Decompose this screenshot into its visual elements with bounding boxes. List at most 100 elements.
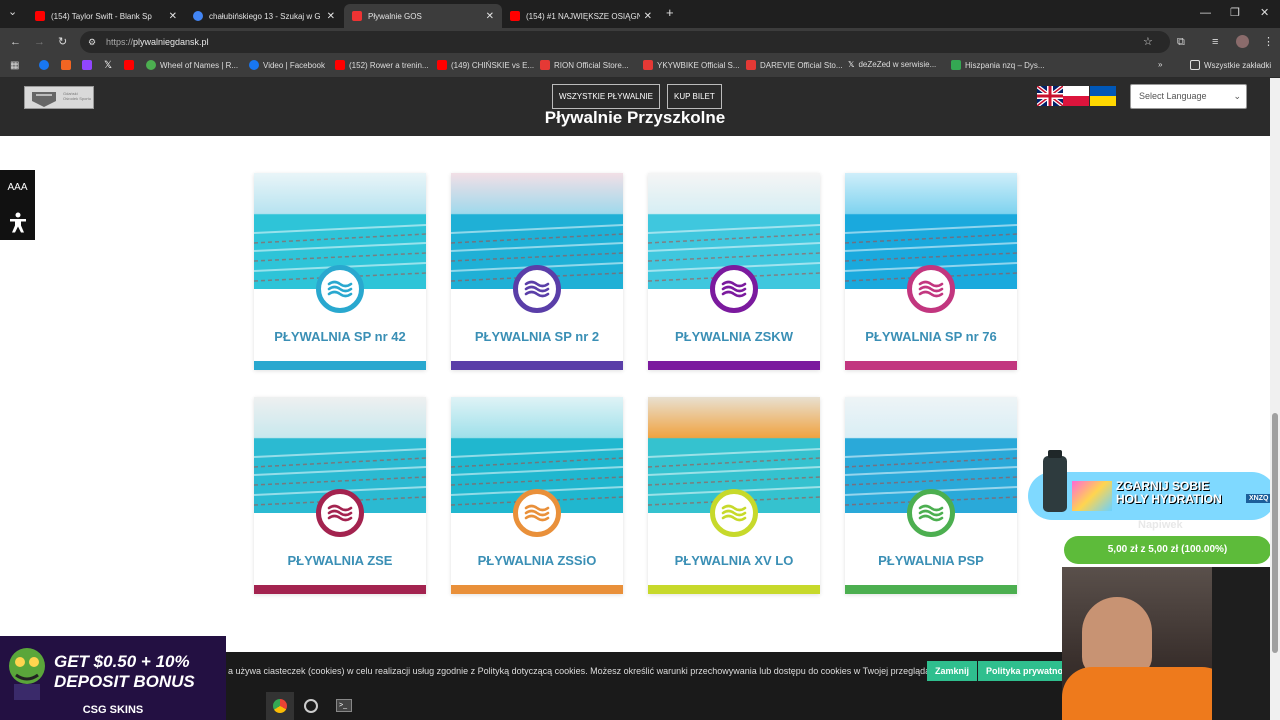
more-bookmarks-icon[interactable]: » (1158, 60, 1162, 69)
tab-search-icon[interactable]: ⌄ (8, 0, 17, 26)
page-scrollbar[interactable] (1270, 78, 1280, 720)
media-icon[interactable]: ≡ (1212, 28, 1218, 56)
twitch-icon (82, 60, 92, 70)
close-icon[interactable]: ✕ (486, 11, 494, 22)
aliexpress-icon (540, 60, 550, 70)
apps-icon[interactable]: ▦ (10, 60, 19, 71)
pool-card[interactable]: PŁYWALNIA SP nr 2 (451, 173, 623, 370)
accessibility-icon[interactable] (0, 205, 35, 240)
bookmark-x[interactable]: 𝕏 (104, 60, 112, 71)
bookmark-facebook[interactable] (39, 60, 53, 70)
tab-4[interactable]: (154) #1 NAJWIĘKSZE OSIĄGNI ✕ (502, 4, 660, 28)
tab-1[interactable]: (154) Taylor Swift - Blank Sp ✕ (27, 4, 185, 28)
site-logo[interactable]: Gdański Ośrodek Sportu (24, 86, 94, 109)
pool-color-bar (648, 361, 820, 370)
close-icon[interactable]: ✕ (327, 11, 335, 22)
reload-icon[interactable]: ↻ (58, 28, 67, 56)
youtube-icon (124, 60, 134, 70)
drive-icon (951, 60, 961, 70)
close-window-icon[interactable]: ✕ (1260, 0, 1269, 27)
nav-buy-ticket[interactable]: KUP BILET (667, 84, 722, 109)
chrome-icon[interactable] (266, 692, 294, 720)
aliexpress-icon (643, 60, 653, 70)
bookmark-chinskie[interactable]: (149) CHIŃSKIE vs E... (437, 60, 534, 70)
bookmark-wheel[interactable]: Wheel of Names | R... (146, 60, 238, 70)
flag-uk-icon[interactable] (1037, 86, 1063, 106)
flag-pl-icon[interactable] (1063, 86, 1089, 106)
page-title: Pływalnie Przyszkolne (544, 108, 726, 127)
bookmark-ykywbike[interactable]: YKYWBIKE Official S... (643, 60, 740, 70)
cookie-close-button[interactable]: Zamknij (927, 661, 978, 681)
shaker-bottle-icon (1043, 450, 1067, 512)
scrollbar-thumb[interactable] (1272, 413, 1278, 653)
address-bar[interactable]: https://plywalniegdansk.pl (80, 31, 1170, 53)
wave-icon (513, 265, 561, 313)
obs-icon[interactable] (304, 699, 318, 713)
pool-card[interactable]: PŁYWALNIA SP nr 76 (845, 173, 1017, 370)
site-info-icon[interactable]: ⚙ (88, 28, 96, 56)
webcam-overlay (1062, 567, 1270, 720)
pool-card[interactable]: PŁYWALNIA PSP (845, 397, 1017, 594)
pool-name: PŁYWALNIA PSP (878, 553, 984, 568)
mascot-icon (9, 648, 45, 700)
ad-headline: GET $0.50 + 10% DEPOSIT BONUS (54, 652, 195, 691)
pool-color-bar (254, 585, 426, 594)
close-icon[interactable]: ✕ (169, 11, 177, 22)
wave-icon (907, 265, 955, 313)
web-page: Gdański Ośrodek Sportu WSZYSTKIE PŁYWALN… (0, 78, 1270, 720)
forward-icon[interactable]: → (34, 28, 45, 56)
profile-avatar[interactable] (1236, 35, 1249, 48)
url-host: plywalniegdansk.pl (133, 37, 209, 47)
bookmark-rion[interactable]: RION Official Store... (540, 60, 629, 70)
nav-all-pools[interactable]: WSZYSTKIE PŁYWALNIE (552, 84, 660, 109)
tab-3[interactable]: Pływalnie GOS ✕ (344, 4, 502, 28)
sponsor-promo-overlay: ZGARNIJ SOBIE HOLY HYDRATION XNZQ (1028, 450, 1270, 520)
restore-icon[interactable]: ❐ (1230, 0, 1240, 27)
extensions-icon[interactable]: ⧉ (1177, 28, 1185, 56)
logo-text: Gdański Ośrodek Sportu (63, 91, 92, 101)
wave-icon (316, 265, 364, 313)
minimize-icon[interactable]: — (1200, 0, 1211, 27)
flag-ua-icon[interactable] (1090, 86, 1116, 106)
all-bookmarks[interactable]: Wszystkie zakładki (1190, 60, 1271, 70)
url-scheme: https:// (106, 37, 134, 47)
bookmark-youtube[interactable] (124, 60, 138, 70)
donation-goal-bar: 5,00 zł z 5,00 zł (100.00%) (1064, 536, 1270, 564)
chevron-down-icon: ⌄ (1233, 91, 1241, 101)
bookmark-hiszpania[interactable]: Hiszpania nzq – Dys... (951, 60, 1045, 70)
language-select[interactable]: Select Language ⌄ (1130, 84, 1247, 109)
bookmarks-bar: ▦ 𝕏 Wheel of Names | R... Video | Facebo… (0, 56, 1280, 78)
pool-card[interactable]: PŁYWALNIA ZSKW (648, 173, 820, 370)
x-icon: 𝕏 (848, 60, 855, 69)
pool-color-bar (648, 585, 820, 594)
pool-card[interactable]: PŁYWALNIA ZSE (254, 397, 426, 594)
aliexpress-icon (746, 60, 756, 70)
youtube-icon (35, 11, 45, 21)
pool-card[interactable]: PŁYWALNIA SP nr 42 (254, 173, 426, 370)
google-icon (193, 11, 203, 21)
privacy-policy-button[interactable]: Polityka prywatności (978, 661, 1062, 681)
bookmark-icon (61, 60, 71, 70)
wave-icon (710, 265, 758, 313)
new-tab-button[interactable]: + (666, 0, 674, 27)
close-icon[interactable]: ✕ (644, 11, 652, 22)
bookmark-facebook-video[interactable]: Video | Facebook (249, 60, 325, 70)
bookmark-allegro[interactable] (61, 60, 75, 70)
promo-text: ZGARNIJ SOBIE HOLY HYDRATION (1116, 479, 1222, 506)
bookmark-darevie[interactable]: DAREVIE Official Sto... (746, 60, 843, 70)
font-size-control[interactable]: AAA (0, 170, 35, 205)
webcam-person (1082, 597, 1152, 677)
menu-icon[interactable]: ⋮ (1263, 28, 1274, 56)
bookmark-twitch[interactable] (82, 60, 96, 70)
tab-2[interactable]: chałubińskiego 13 - Szukaj w G ✕ (185, 4, 343, 28)
coat-of-arms-icon (32, 92, 56, 107)
pool-name: PŁYWALNIA XV LO (674, 553, 794, 568)
pool-card[interactable]: PŁYWALNIA ZSSiO (451, 397, 623, 594)
bookmark-dezezed[interactable]: 𝕏deZeZed w serwisie... (848, 60, 936, 69)
back-icon[interactable]: ← (10, 28, 21, 56)
pool-card[interactable]: PŁYWALNIA XV LO (648, 397, 820, 594)
address-toolbar: ← → ↻ https://plywalniegdansk.pl ⚙ ☆ ⧉ ≡… (0, 28, 1280, 56)
bookmark-star-icon[interactable]: ☆ (1143, 28, 1153, 56)
terminal-icon[interactable]: >_ (336, 699, 352, 712)
bookmark-rower[interactable]: (152) Rower a trenin... (335, 60, 429, 70)
